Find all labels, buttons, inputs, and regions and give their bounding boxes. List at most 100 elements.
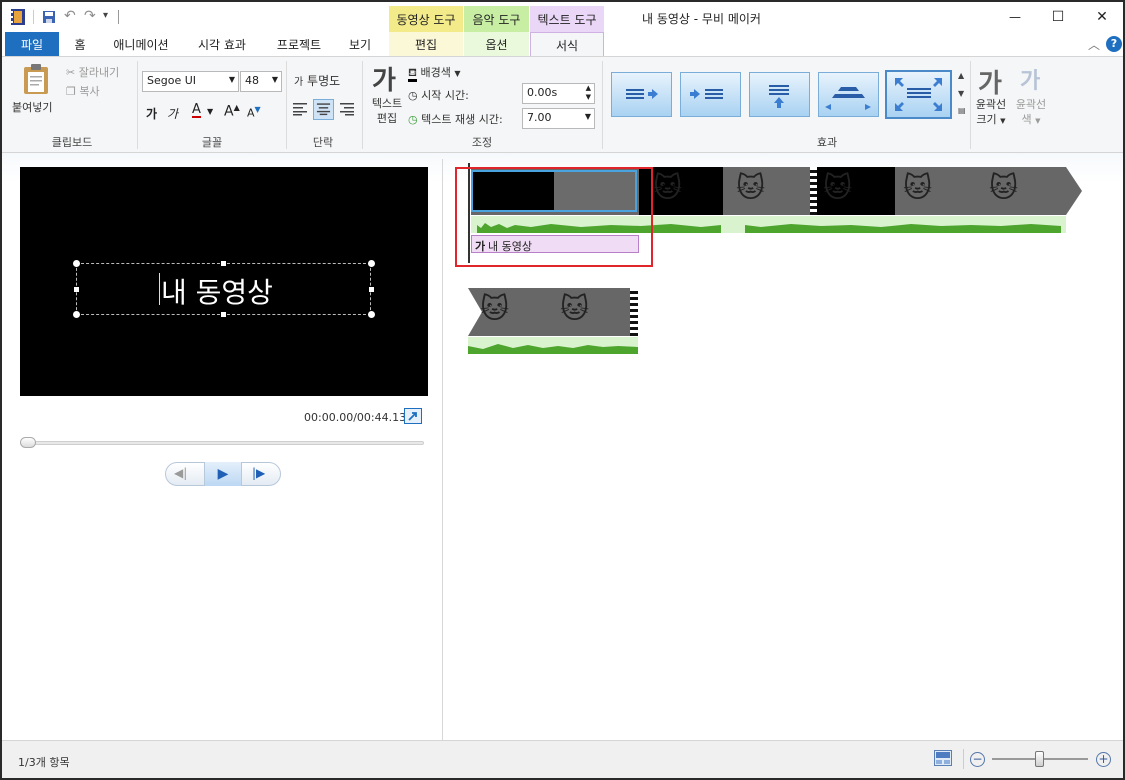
duration-input[interactable]: 7.00 ▼ xyxy=(522,108,595,129)
seek-bar[interactable] xyxy=(20,441,424,445)
group-label-effects: 효과 xyxy=(816,136,838,149)
next-frame-button[interactable]: |▶ xyxy=(252,466,265,480)
close-button[interactable]: ✕ xyxy=(1079,2,1123,32)
pane-splitter[interactable] xyxy=(442,159,443,740)
ribbon-separator xyxy=(602,61,603,149)
edit-text-icon[interactable]: 가 xyxy=(372,60,396,97)
window-title: 내 동영상 - 무비 메이커 xyxy=(642,12,761,26)
tab-project[interactable]: 프로젝트 xyxy=(264,32,334,56)
align-left-icon[interactable] xyxy=(293,102,311,120)
video-clip-thumbnail[interactable]: 🐱 xyxy=(724,167,810,215)
resize-handle[interactable] xyxy=(73,260,80,267)
video-clip-thumbnail[interactable]: 🐱 xyxy=(981,167,1065,215)
tab-options[interactable]: 옵션 xyxy=(464,32,529,56)
start-time-input[interactable]: 0.00s ▲ ▼ xyxy=(522,83,595,104)
group-label-paragraph: 단락 xyxy=(312,136,334,149)
outline-size-icon[interactable]: 가 xyxy=(978,63,1002,100)
effect-zoom-out[interactable] xyxy=(885,70,952,119)
effect-perspective[interactable] xyxy=(818,72,879,117)
zoom-out-icon[interactable]: − xyxy=(970,752,985,767)
save-icon[interactable] xyxy=(42,10,56,27)
redo-icon[interactable]: ↷ xyxy=(84,8,96,24)
cut-button[interactable]: ✂ 잘라내기 xyxy=(66,64,119,80)
resize-handle[interactable] xyxy=(73,311,80,318)
tab-visual-effects[interactable]: 시각 효과 xyxy=(184,32,260,56)
duration-label: ◷ 텍스트 재생 시간: xyxy=(408,111,503,127)
sprocket-strip xyxy=(630,288,638,336)
duration-text: 텍스트 재생 시간: xyxy=(421,113,503,126)
collapse-ribbon-icon[interactable]: ︿ xyxy=(1088,36,1100,53)
clip-filmstrip[interactable]: 🐱 🐱 xyxy=(468,288,638,336)
tab-home[interactable]: 홈 xyxy=(62,32,98,56)
resize-handle[interactable] xyxy=(74,287,79,292)
group-label-adjust: 조정 xyxy=(471,136,493,149)
outline-size-button[interactable]: 윤곽선 크기 ▼ xyxy=(970,97,1012,129)
transparency-button[interactable]: 가 투명도 xyxy=(294,72,340,89)
tab-file[interactable]: 파일 xyxy=(5,32,59,56)
ribbon-separator xyxy=(137,61,138,149)
background-color-button[interactable]: ⛾ 배경색 ▼ xyxy=(408,64,461,82)
thumbnail-size-icon[interactable] xyxy=(934,750,952,766)
video-preview[interactable]: 내 동영상 xyxy=(20,167,428,396)
text-box[interactable]: 내 동영상 xyxy=(73,260,375,318)
ribbon-separator xyxy=(362,61,363,149)
shrink-font-button[interactable]: A▼ xyxy=(247,105,261,120)
outline-color-button[interactable]: 윤곽선 색 ▼ xyxy=(1010,97,1052,129)
seek-thumb[interactable] xyxy=(20,437,36,448)
align-center-icon[interactable] xyxy=(313,99,334,120)
effects-more-icon[interactable]: ▤ xyxy=(958,106,966,115)
effect-scroll-left[interactable] xyxy=(611,72,672,117)
filmstrip-end-arrow xyxy=(1066,167,1082,215)
resize-handle[interactable] xyxy=(368,311,375,318)
effect-fly-right[interactable] xyxy=(680,72,741,117)
app-icon[interactable] xyxy=(11,9,25,25)
background-color-label: 배경색 xyxy=(420,66,451,79)
video-clip-thumbnail[interactable]: 🐱 xyxy=(817,167,895,215)
help-icon[interactable]: ? xyxy=(1106,36,1122,52)
status-divider xyxy=(963,749,964,769)
zoom-thumb[interactable] xyxy=(1035,751,1044,767)
main-area: 내 동영상 00:00.00/00:44.13 ◀| ▶ |▶ 🐱 🐱 🐱 🐱 … xyxy=(2,153,1123,740)
fullscreen-icon[interactable] xyxy=(404,408,422,424)
copy-icon: ❐ xyxy=(66,85,76,98)
qat-dropdown-icon[interactable]: ▾ xyxy=(103,10,108,21)
tab-view[interactable]: 보기 xyxy=(338,32,382,56)
align-right-icon[interactable] xyxy=(338,102,356,120)
resize-handle[interactable] xyxy=(368,260,375,267)
spinner-icon: ▲ ▼ xyxy=(585,84,591,101)
paste-button[interactable]: 붙여넣기 xyxy=(12,99,52,115)
previous-frame-button[interactable]: ◀| xyxy=(174,466,187,480)
undo-icon[interactable]: ↶ xyxy=(64,8,76,24)
edit-text-button[interactable]: 텍스트 편집 xyxy=(366,96,408,126)
font-family-select[interactable]: Segoe UI ▼ xyxy=(142,71,239,92)
audio-waveform xyxy=(468,337,638,354)
italic-button[interactable]: 가 xyxy=(167,105,178,122)
resize-handle[interactable] xyxy=(221,312,226,317)
resize-handle[interactable] xyxy=(221,261,226,266)
font-color-button[interactable]: A xyxy=(192,103,201,118)
effect-fly-up[interactable] xyxy=(749,72,810,117)
maximize-button[interactable]: ☐ xyxy=(1035,2,1081,32)
grow-arrow-icon: ▲ xyxy=(233,103,240,112)
play-button[interactable]: ▶ xyxy=(204,462,242,486)
effects-scroll-up-icon[interactable]: ▲ xyxy=(958,71,964,80)
grow-font-button[interactable]: A▲ xyxy=(224,103,240,120)
chevron-down-icon[interactable]: ▼ xyxy=(207,107,213,116)
paste-icon[interactable] xyxy=(22,63,50,98)
video-clip-thumbnail[interactable]: 🐱 xyxy=(895,167,981,215)
minimize-button[interactable]: — xyxy=(992,2,1038,32)
transparency-label: 투명도 xyxy=(307,74,341,88)
bold-button[interactable]: 가 xyxy=(146,105,157,122)
zoom-in-icon[interactable]: + xyxy=(1096,752,1111,767)
resize-handle[interactable] xyxy=(369,287,374,292)
context-tab-video-tools: 동영상 도구 xyxy=(389,6,463,33)
effects-scroll-down-icon[interactable]: ▼ xyxy=(958,89,964,98)
chevron-down-icon: ▼ xyxy=(584,112,591,121)
tab-edit[interactable]: 편집 xyxy=(389,32,463,56)
tab-animation[interactable]: 애니메이션 xyxy=(102,32,180,56)
copy-button[interactable]: ❐ 복사 xyxy=(66,83,100,99)
outline-color-icon[interactable]: 가 xyxy=(1020,63,1040,95)
tab-format[interactable]: 서식 xyxy=(530,32,604,57)
text-caret xyxy=(159,273,160,305)
font-size-select[interactable]: 48 ▼ xyxy=(240,71,282,92)
